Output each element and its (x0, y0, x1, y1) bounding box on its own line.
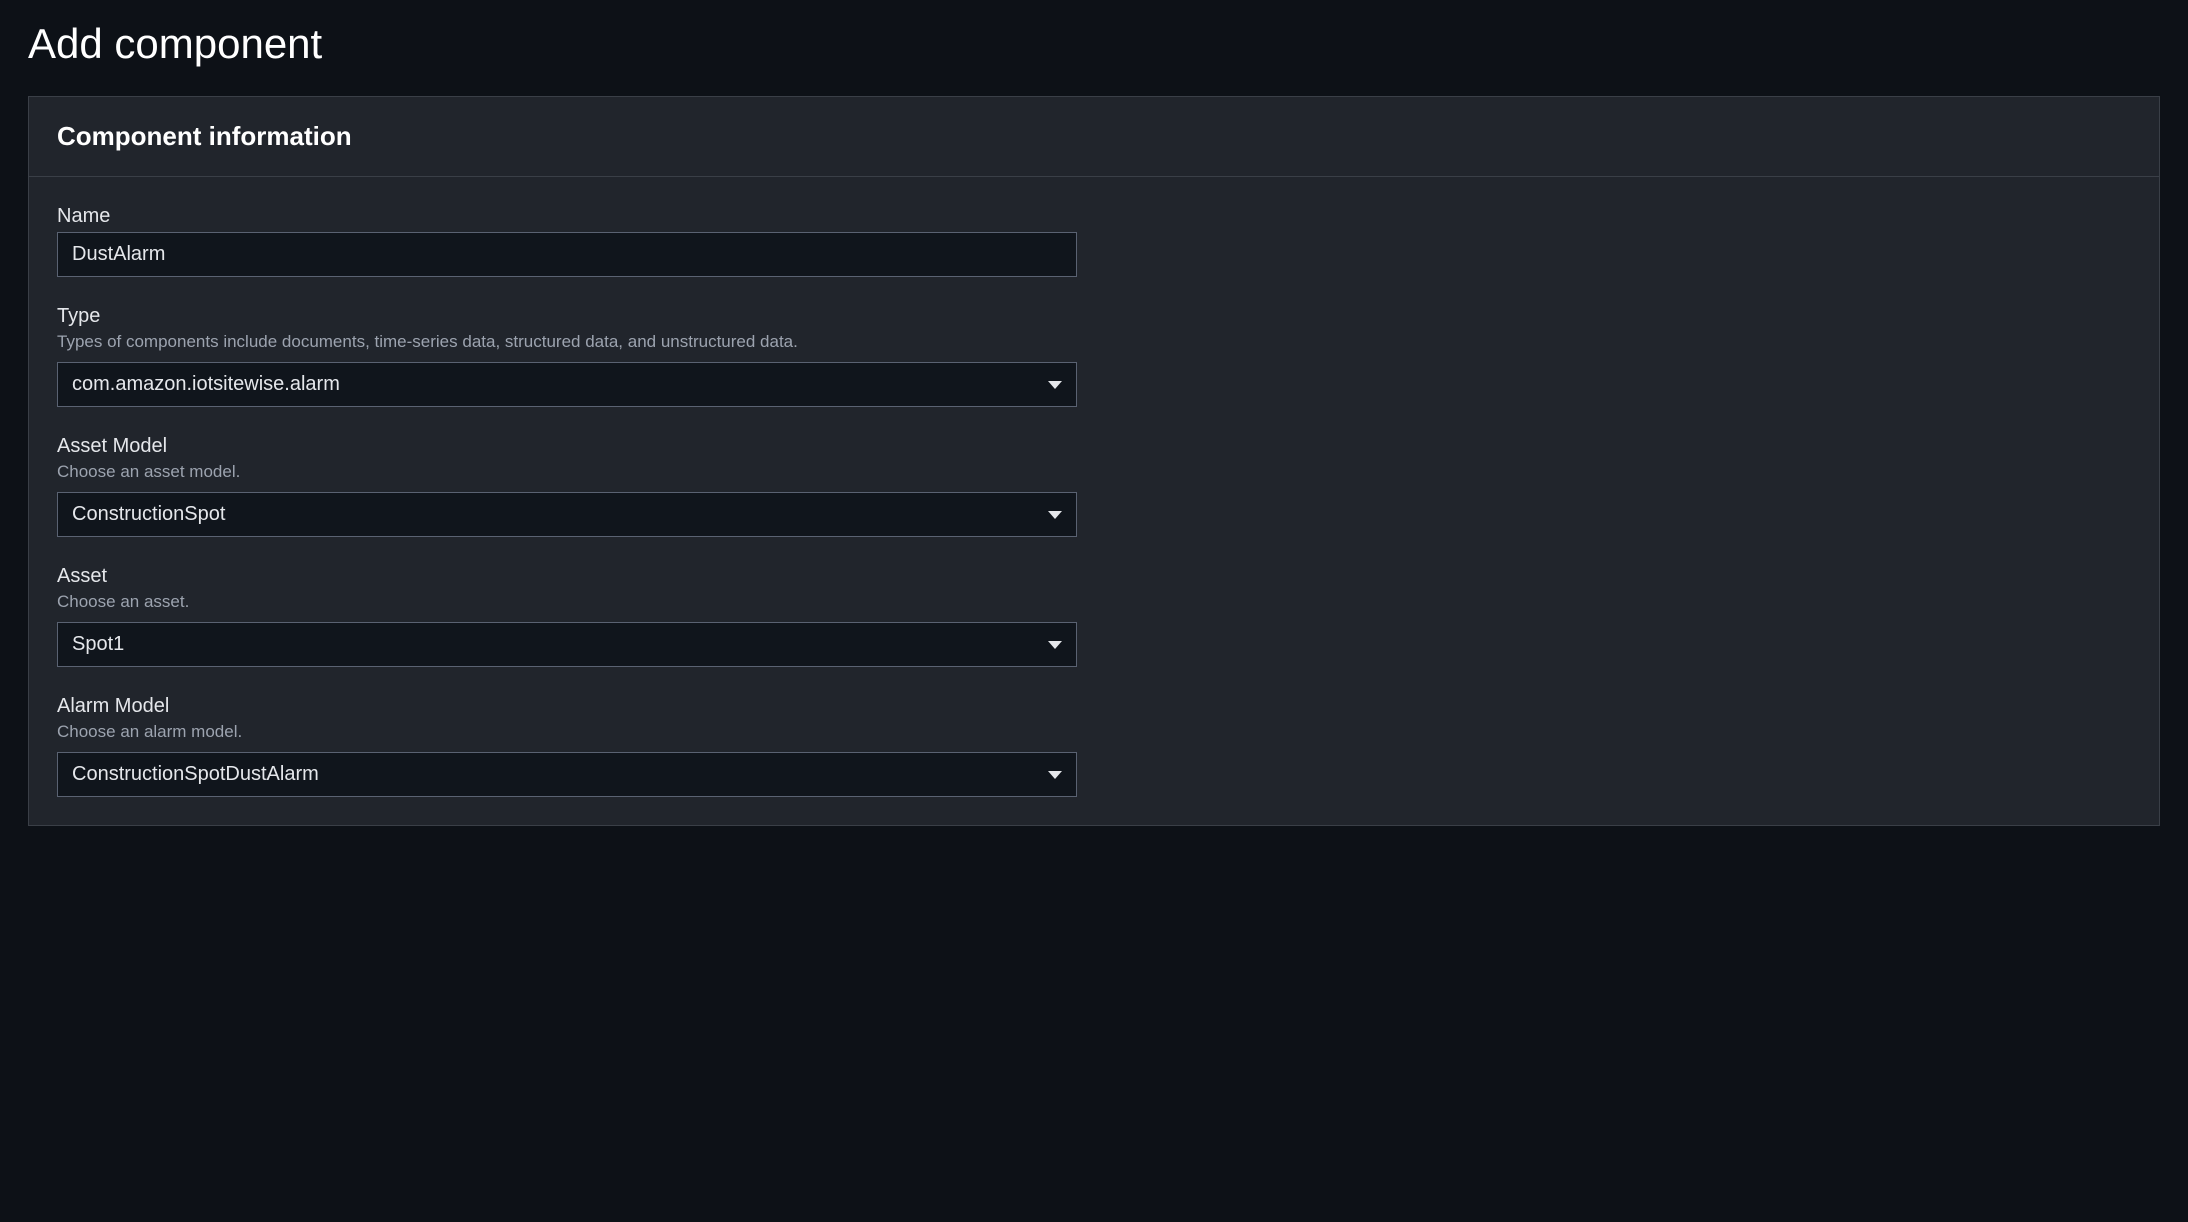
page-title: Add component (28, 20, 2168, 68)
asset-model-label: Asset Model (57, 435, 2131, 458)
panel-header: Component information (29, 97, 2159, 177)
asset-model-select[interactable]: ConstructionSpot (57, 492, 1077, 537)
asset-model-hint: Choose an asset model. (57, 462, 2131, 482)
caret-down-icon (1048, 511, 1062, 519)
alarm-model-label: Alarm Model (57, 695, 2131, 718)
asset-hint: Choose an asset. (57, 592, 2131, 612)
panel-title: Component information (57, 121, 2131, 152)
type-select-value: com.amazon.iotsitewise.alarm (72, 373, 1036, 396)
type-hint: Types of components include documents, t… (57, 332, 2131, 352)
asset-field-group: Asset Choose an asset. Spot1 (57, 565, 2131, 667)
caret-down-icon (1048, 381, 1062, 389)
type-field-group: Type Types of components include documen… (57, 305, 2131, 407)
alarm-model-select[interactable]: ConstructionSpotDustAlarm (57, 752, 1077, 797)
name-label: Name (57, 205, 2131, 228)
caret-down-icon (1048, 641, 1062, 649)
caret-down-icon (1048, 771, 1062, 779)
component-information-panel: Component information Name Type Types of… (28, 96, 2160, 826)
alarm-model-hint: Choose an alarm model. (57, 722, 2131, 742)
asset-select[interactable]: Spot1 (57, 622, 1077, 667)
name-input[interactable] (57, 232, 1077, 277)
panel-body: Name Type Types of components include do… (29, 177, 2159, 825)
type-label: Type (57, 305, 2131, 328)
alarm-model-select-value: ConstructionSpotDustAlarm (72, 763, 1036, 786)
alarm-model-field-group: Alarm Model Choose an alarm model. Const… (57, 695, 2131, 797)
asset-label: Asset (57, 565, 2131, 588)
asset-model-select-value: ConstructionSpot (72, 503, 1036, 526)
name-field-group: Name (57, 205, 2131, 277)
type-select[interactable]: com.amazon.iotsitewise.alarm (57, 362, 1077, 407)
asset-select-value: Spot1 (72, 633, 1036, 656)
asset-model-field-group: Asset Model Choose an asset model. Const… (57, 435, 2131, 537)
